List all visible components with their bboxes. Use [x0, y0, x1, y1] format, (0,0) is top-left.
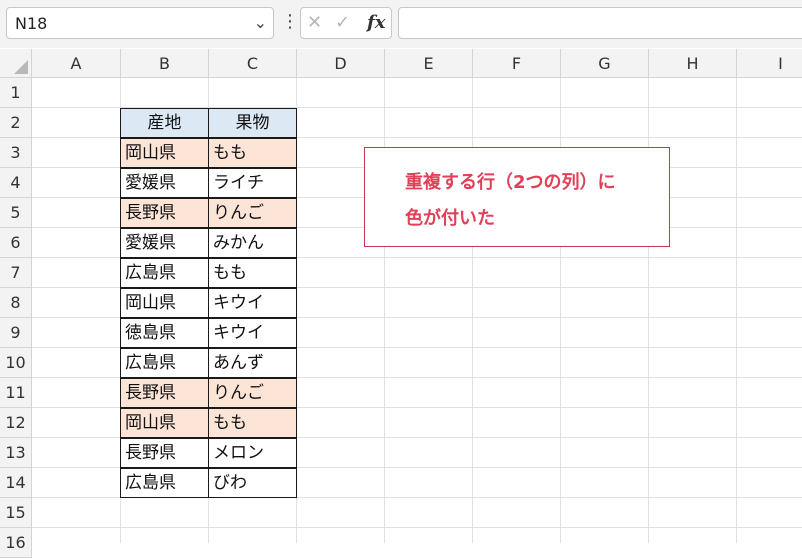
cell-fruit[interactable]: びわ: [208, 468, 297, 498]
row-header-4[interactable]: 4: [0, 168, 32, 198]
row-header-12[interactable]: 12: [0, 408, 32, 438]
cell-origin[interactable]: 広島県: [120, 258, 209, 288]
column-header-c[interactable]: C: [209, 49, 297, 78]
cell-fruit[interactable]: もも: [208, 258, 297, 288]
header-cell-fruit[interactable]: 果物: [208, 108, 297, 138]
cell-fruit[interactable]: りんご: [208, 378, 297, 408]
cell-origin[interactable]: 徳島県: [120, 318, 209, 348]
column-header-f[interactable]: F: [473, 49, 561, 78]
cell-fruit[interactable]: みかん: [208, 228, 297, 258]
row-header-9[interactable]: 9: [0, 318, 32, 348]
cancel-icon[interactable]: ✕: [307, 12, 322, 33]
column-header-i[interactable]: I: [737, 49, 802, 78]
cell-origin[interactable]: 愛媛県: [120, 168, 209, 198]
annotation-line-1: 重複する行（2つの列）に: [405, 172, 616, 193]
row-header-1[interactable]: 1: [0, 78, 32, 108]
insert-function-icon[interactable]: fx: [367, 12, 385, 33]
cell-origin[interactable]: 広島県: [120, 348, 209, 378]
cell-fruit[interactable]: キウイ: [208, 288, 297, 318]
row-header-7[interactable]: 7: [0, 258, 32, 288]
header-cell-origin[interactable]: 産地: [120, 108, 209, 138]
column-header-a[interactable]: A: [32, 49, 121, 78]
cell-fruit[interactable]: ライチ: [208, 168, 297, 198]
column-header-b[interactable]: B: [121, 49, 209, 78]
cell-fruit[interactable]: りんご: [208, 198, 297, 228]
cell-origin[interactable]: 岡山県: [120, 408, 209, 438]
cell-fruit[interactable]: キウイ: [208, 318, 297, 348]
cell-origin[interactable]: 長野県: [120, 378, 209, 408]
annotation-line-2: 色が付いた: [405, 208, 495, 229]
cell-fruit[interactable]: あんず: [208, 348, 297, 378]
column-header-d[interactable]: D: [297, 49, 385, 78]
row-header-6[interactable]: 6: [0, 228, 32, 258]
cell-origin[interactable]: 岡山県: [120, 138, 209, 168]
select-all-triangle-icon: [14, 60, 28, 74]
cell-fruit[interactable]: メロン: [208, 438, 297, 468]
row-header-2[interactable]: 2: [0, 108, 32, 138]
row-header-10[interactable]: 10: [0, 348, 32, 378]
gridline: [32, 527, 802, 528]
column-header-g[interactable]: G: [561, 49, 649, 78]
gridline: [736, 78, 737, 543]
cell-fruit[interactable]: もも: [208, 138, 297, 168]
cell-origin[interactable]: 愛媛県: [120, 228, 209, 258]
name-box-value: N18: [15, 14, 48, 33]
cell-origin[interactable]: 広島県: [120, 468, 209, 498]
cell-origin[interactable]: 長野県: [120, 198, 209, 228]
column-header-h[interactable]: H: [649, 49, 737, 78]
annotation-box: 重複する行（2つの列）に 色が付いた: [364, 147, 670, 247]
name-box[interactable]: N18 ⌄: [6, 7, 274, 39]
column-header-e[interactable]: E: [385, 49, 473, 78]
row-header-14[interactable]: 14: [0, 468, 32, 498]
more-options-icon[interactable]: ⋮: [281, 11, 299, 33]
select-all-button[interactable]: [0, 49, 32, 78]
chevron-down-icon[interactable]: ⌄: [254, 13, 267, 32]
row-header-15[interactable]: 15: [0, 498, 32, 528]
cell-origin[interactable]: 長野県: [120, 438, 209, 468]
row-header-16[interactable]: 16: [0, 528, 32, 558]
formula-input[interactable]: [398, 7, 802, 39]
row-header-5[interactable]: 5: [0, 198, 32, 228]
row-header-3[interactable]: 3: [0, 138, 32, 168]
row-header-8[interactable]: 8: [0, 288, 32, 318]
cell-origin[interactable]: 岡山県: [120, 288, 209, 318]
formula-bar: N18 ⌄ ⋮ ✕ ✓ fx: [0, 0, 802, 48]
row-header-13[interactable]: 13: [0, 438, 32, 468]
check-icon[interactable]: ✓: [335, 12, 350, 33]
formula-controls: ✕ ✓ fx: [300, 7, 392, 39]
row-header-11[interactable]: 11: [0, 378, 32, 408]
cell-fruit[interactable]: もも: [208, 408, 297, 438]
